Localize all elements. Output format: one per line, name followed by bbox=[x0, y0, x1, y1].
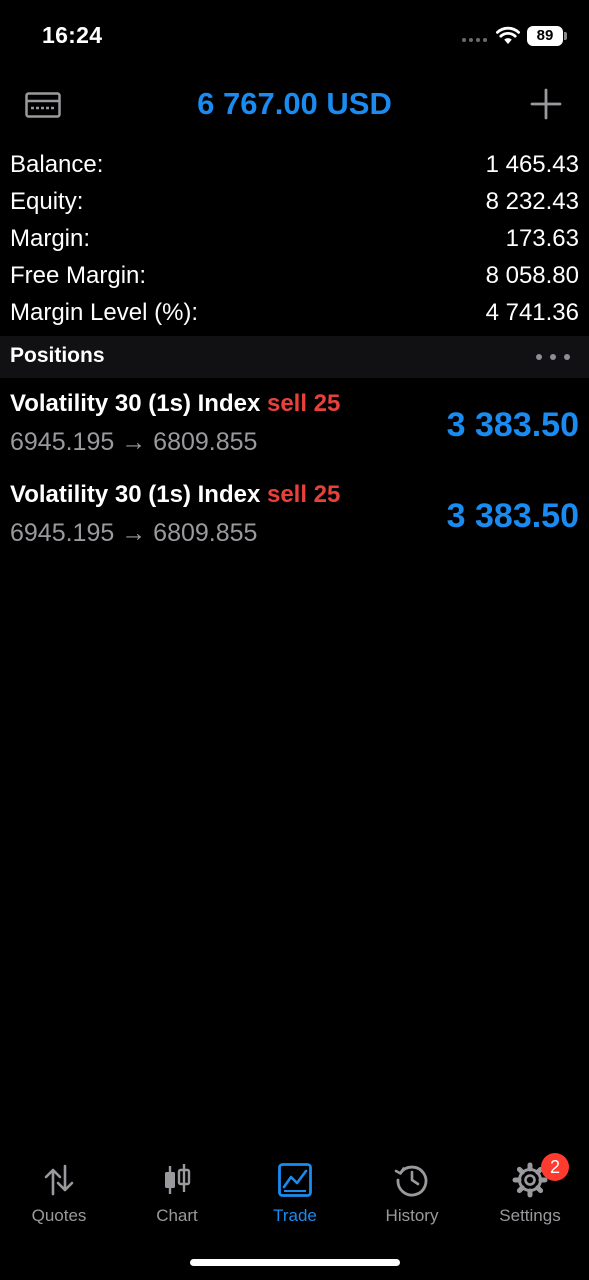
more-options-icon[interactable] bbox=[536, 354, 570, 360]
tab-trade[interactable]: Trade bbox=[236, 1150, 354, 1240]
equity-label: Equity: bbox=[10, 188, 84, 215]
free-margin-label: Free Margin: bbox=[10, 262, 147, 289]
free-margin-row: Free Margin: 8 058.80 bbox=[10, 257, 579, 294]
tab-label: Settings bbox=[499, 1206, 561, 1225]
positions-title: Positions bbox=[10, 344, 105, 367]
margin-level-label: Margin Level (%): bbox=[10, 299, 199, 326]
settings-badge: 2 bbox=[541, 1153, 569, 1181]
tab-label: History bbox=[385, 1206, 439, 1225]
position-profit: 3 383.50 bbox=[446, 406, 579, 444]
candlestick-icon bbox=[165, 1164, 191, 1194]
tab-label: Quotes bbox=[31, 1206, 87, 1225]
margin-value: 173.63 bbox=[505, 225, 579, 252]
cellular-signal-icon bbox=[462, 36, 490, 44]
tab-label: Chart bbox=[156, 1206, 198, 1225]
balance-label: Balance: bbox=[10, 151, 104, 178]
position-side: sell 25 bbox=[266, 481, 341, 508]
tab-quotes[interactable]: Quotes bbox=[0, 1150, 118, 1240]
position-prices: 6945.195 → 6809.855 bbox=[10, 519, 258, 547]
margin-label: Margin: bbox=[10, 225, 91, 252]
position-symbol: Volatility 30 (1s) Index bbox=[10, 481, 261, 508]
position-side: sell 25 bbox=[266, 390, 341, 417]
position-profit: 3 383.50 bbox=[446, 497, 579, 535]
tab-chart[interactable]: Chart bbox=[118, 1150, 236, 1240]
margin-row: Margin: 173.63 bbox=[10, 220, 579, 257]
header: 6 767.00 USD bbox=[0, 72, 589, 136]
position-row[interactable]: Volatility 30 (1s) Index sell 25 6945.19… bbox=[0, 386, 589, 476]
status-time: 16:24 bbox=[42, 22, 103, 48]
account-balance-title: 6 767.00 USD bbox=[197, 86, 392, 121]
balance-row: Balance: 1 465.43 bbox=[10, 146, 579, 183]
position-prices: 6945.195 → 6809.855 bbox=[10, 428, 258, 456]
balance-value: 1 465.43 bbox=[485, 151, 579, 178]
tab-label: Trade bbox=[273, 1206, 317, 1225]
plus-icon[interactable] bbox=[530, 88, 562, 120]
tab-settings[interactable]: Settings bbox=[471, 1150, 589, 1240]
trade-chart-icon bbox=[278, 1163, 312, 1197]
status-bar: 16:24 89 bbox=[0, 0, 589, 70]
battery-tip bbox=[564, 32, 567, 40]
equity-value: 8 232.43 bbox=[485, 188, 579, 215]
history-clock-icon bbox=[394, 1165, 428, 1197]
position-row[interactable]: Volatility 30 (1s) Index sell 25 6945.19… bbox=[0, 477, 589, 567]
account-summary: Balance: 1 465.43 Equity: 8 232.43 Margi… bbox=[10, 146, 579, 331]
quotes-arrows-icon bbox=[44, 1164, 74, 1196]
battery-icon: 89 bbox=[527, 26, 563, 46]
tab-bar: Quotes Chart Trade History Settings bbox=[0, 1150, 589, 1240]
positions-header: Positions bbox=[0, 336, 589, 378]
free-margin-value: 8 058.80 bbox=[485, 262, 579, 289]
home-indicator[interactable] bbox=[190, 1259, 400, 1266]
wifi-icon bbox=[496, 26, 520, 44]
position-symbol: Volatility 30 (1s) Index bbox=[10, 390, 261, 417]
margin-level-value: 4 741.36 bbox=[485, 299, 579, 326]
margin-level-row: Margin Level (%): 4 741.36 bbox=[10, 294, 579, 331]
tab-history[interactable]: History bbox=[353, 1150, 471, 1240]
equity-row: Equity: 8 232.43 bbox=[10, 183, 579, 220]
